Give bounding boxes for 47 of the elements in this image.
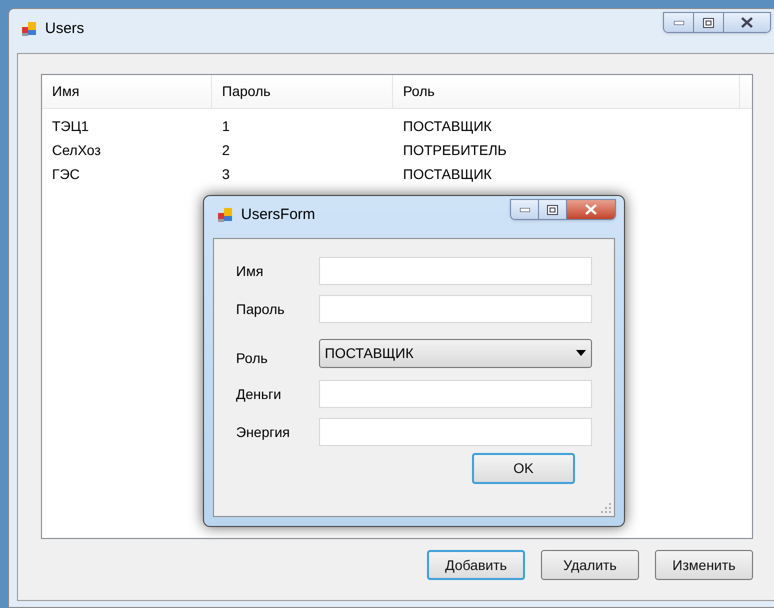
table-cell-text: 1	[221, 116, 231, 136]
list-row[interactable]: ТЭЦ1 1 ПОСТАВЩИК	[42, 114, 752, 138]
field-label: Энергия	[236, 422, 291, 442]
close-button[interactable]	[567, 200, 615, 219]
column-header[interactable]: Пароль	[212, 75, 393, 108]
maximize-button[interactable]	[539, 200, 567, 219]
text-field[interactable]	[318, 295, 592, 323]
maximize-button[interactable]	[694, 13, 724, 32]
ok-button[interactable]: OK	[472, 453, 575, 484]
text-field[interactable]	[318, 418, 592, 446]
close-button[interactable]	[724, 13, 770, 32]
table-cell-text: 2	[221, 140, 231, 160]
close-icon	[585, 204, 597, 215]
window-title: Users	[45, 21, 84, 37]
minimize-button[interactable]	[511, 200, 539, 219]
column-header[interactable]: Имя	[42, 75, 212, 108]
table-cell-text: ПОСТАВЩИК	[402, 164, 493, 184]
app-icon	[217, 207, 233, 223]
dialog-title: UsersForm	[241, 207, 316, 223]
close-icon	[741, 17, 753, 28]
minimize-button[interactable]	[664, 13, 694, 32]
action-button[interactable]: Изменить	[655, 550, 753, 580]
table-cell-text: СелХоз	[51, 140, 102, 160]
action-button[interactable]: Удалить	[541, 550, 639, 580]
table-cell-text: ГЭС	[51, 164, 81, 184]
table-cell-text: ПОСТАВЩИК	[402, 116, 493, 136]
text-field[interactable]	[318, 257, 592, 285]
action-button[interactable]: Добавить	[427, 550, 525, 580]
minimize-icon	[520, 208, 530, 212]
text-field[interactable]	[318, 380, 592, 408]
list-row[interactable]: ГЭС 3 ПОСТАВЩИК	[42, 162, 752, 186]
minimize-icon	[674, 20, 684, 24]
app-icon	[21, 21, 37, 37]
table-cell-text: ПОТРЕБИТЕЛЬ	[402, 140, 508, 160]
column-header[interactable]: Роль	[393, 75, 740, 108]
field-label: Деньги	[236, 384, 282, 404]
maximize-icon	[547, 204, 558, 214]
table-cell-text: ТЭЦ1	[51, 116, 90, 136]
field-label: Имя	[236, 262, 264, 280]
role-dropdown[interactable]: ПОСТАВЩИК	[318, 338, 592, 368]
resize-grip-icon	[601, 503, 611, 513]
maximize-icon	[703, 18, 714, 28]
field-label: Роль	[236, 348, 269, 368]
field-label: Пароль	[236, 300, 286, 319]
table-cell-text: 3	[221, 164, 231, 184]
list-row[interactable]: СелХоз 2 ПОТРЕБИТЕЛЬ	[42, 138, 752, 162]
dropdown-arrow-icon	[576, 350, 586, 356]
